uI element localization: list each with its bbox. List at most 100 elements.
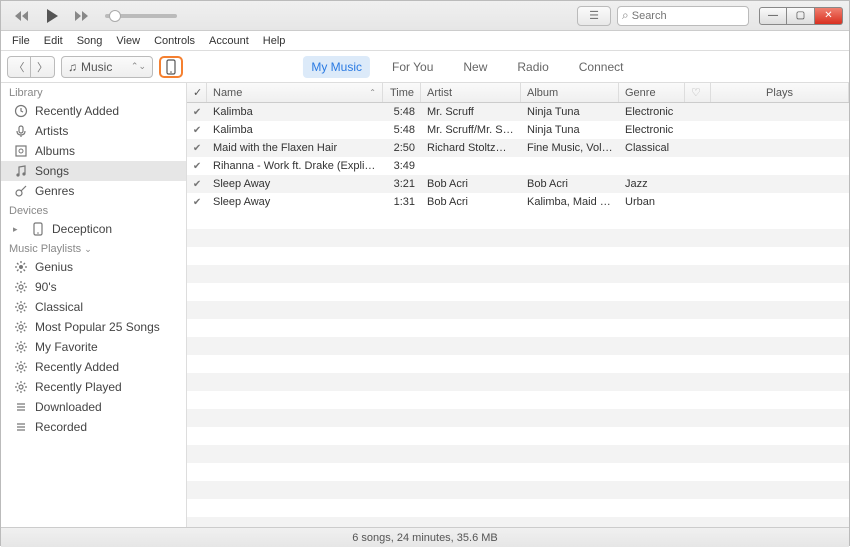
- menubar: File Edit Song View Controls Account Hel…: [1, 31, 849, 51]
- volume-slider[interactable]: [105, 14, 177, 18]
- sidebar-item[interactable]: Classical: [1, 297, 186, 317]
- row-checkbox[interactable]: ✔: [187, 197, 207, 208]
- tab-connect[interactable]: Connect: [571, 56, 632, 78]
- row-checkbox[interactable]: ✔: [187, 143, 207, 154]
- cell-genre: Urban: [619, 196, 685, 208]
- minimize-button[interactable]: —: [759, 7, 787, 25]
- heart-icon: ♡: [691, 86, 701, 99]
- cell-artist: Bob Acri: [421, 178, 521, 190]
- search-icon: ⌕: [622, 8, 629, 23]
- cell-time: 5:48: [383, 124, 421, 136]
- chevron-updown-icon: ⌃⌄: [131, 61, 146, 72]
- col-love[interactable]: ♡: [685, 83, 711, 102]
- sidebar: LibraryRecently AddedArtistsAlbumsSongsG…: [1, 83, 187, 527]
- song-table: ✓ Name⌃ Time Artist Album Genre ♡ Plays …: [187, 83, 849, 527]
- menu-song[interactable]: Song: [70, 33, 110, 49]
- list-view-button[interactable]: ☰: [577, 6, 611, 26]
- sidebar-section-header: Music Playlists ⌄: [1, 239, 186, 257]
- col-artist[interactable]: Artist: [421, 83, 521, 102]
- row-checkbox[interactable]: ✔: [187, 107, 207, 118]
- menu-view[interactable]: View: [109, 33, 147, 49]
- sidebar-item[interactable]: Artists: [1, 121, 186, 141]
- col-genre[interactable]: Genre: [619, 83, 685, 102]
- gear-icon: [13, 280, 28, 294]
- table-row[interactable]: ✔Rihanna - Work ft. Drake (Explicit)3:49: [187, 157, 849, 175]
- search-input[interactable]: [632, 10, 744, 22]
- gear-icon: [13, 300, 28, 314]
- nav-back-button[interactable]: 〈: [7, 56, 31, 78]
- sidebar-item[interactable]: Recently Added: [1, 357, 186, 377]
- table-row[interactable]: ✔Maid with the Flaxen Hair2:50Richard St…: [187, 139, 849, 157]
- menu-help[interactable]: Help: [256, 33, 293, 49]
- table-row[interactable]: ✔Kalimba5:48Mr. ScruffNinja TunaElectron…: [187, 103, 849, 121]
- sidebar-item[interactable]: Downloaded: [1, 397, 186, 417]
- list-icon: [13, 400, 28, 414]
- menu-edit[interactable]: Edit: [37, 33, 70, 49]
- sidebar-item[interactable]: Most Popular 25 Songs: [1, 317, 186, 337]
- col-name[interactable]: Name⌃: [207, 83, 383, 102]
- cell-artist: Bob Acri: [421, 196, 521, 208]
- sidebar-item[interactable]: 90's: [1, 277, 186, 297]
- close-button[interactable]: ✕: [815, 7, 843, 25]
- playback-controls: [9, 5, 177, 27]
- menu-file[interactable]: File: [5, 33, 37, 49]
- sidebar-item-label: Genius: [35, 260, 73, 274]
- col-plays[interactable]: Plays: [711, 83, 849, 102]
- tab-new[interactable]: New: [455, 56, 495, 78]
- table-row[interactable]: ✔Kalimba5:48Mr. Scruff/Mr. ScruffNinja T…: [187, 121, 849, 139]
- list-icon: [13, 420, 28, 434]
- disclosure-triangle-icon: ▸: [13, 224, 21, 235]
- device-icon: [30, 222, 45, 236]
- sidebar-item[interactable]: Recently Played: [1, 377, 186, 397]
- row-checkbox[interactable]: ✔: [187, 125, 207, 136]
- gear-icon: [13, 380, 28, 394]
- secondary-toolbar: 〈 〉 ♫Music ⌃⌄ My Music For You New Radio…: [1, 51, 849, 83]
- sidebar-item-label: Recorded: [35, 420, 87, 434]
- note-icon: [13, 164, 28, 178]
- menu-account[interactable]: Account: [202, 33, 256, 49]
- table-row[interactable]: ✔Sleep Away1:31Bob AcriKalimba, Maid wit…: [187, 193, 849, 211]
- table-row[interactable]: ✔Sleep Away3:21Bob AcriBob AcriJazz: [187, 175, 849, 193]
- cell-time: 2:50: [383, 142, 421, 154]
- phone-icon: [166, 59, 176, 75]
- sidebar-item[interactable]: Genius: [1, 257, 186, 277]
- row-checkbox[interactable]: ✔: [187, 179, 207, 190]
- cell-name: Maid with the Flaxen Hair: [207, 142, 383, 154]
- cell-name: Sleep Away: [207, 196, 383, 208]
- sidebar-item[interactable]: My Favorite: [1, 337, 186, 357]
- col-check[interactable]: ✓: [187, 83, 207, 102]
- tab-radio[interactable]: Radio: [509, 56, 556, 78]
- volume-knob[interactable]: [109, 10, 121, 22]
- sidebar-item-label: Recently Added: [35, 104, 119, 118]
- sidebar-item[interactable]: Songs: [1, 161, 186, 181]
- tab-for-you[interactable]: For You: [384, 56, 441, 78]
- col-time[interactable]: Time: [383, 83, 421, 102]
- device-button[interactable]: [159, 56, 183, 78]
- guitar-icon: [13, 184, 28, 198]
- content-tabs: My Music For You New Radio Connect: [303, 56, 631, 78]
- cell-album: Ninja Tuna: [521, 106, 619, 118]
- sort-asc-icon: ⌃: [369, 88, 376, 97]
- play-button[interactable]: [39, 5, 65, 27]
- sidebar-item-label: Recently Added: [35, 360, 119, 374]
- next-button[interactable]: [69, 5, 95, 27]
- previous-button[interactable]: [9, 5, 35, 27]
- col-album[interactable]: Album: [521, 83, 619, 102]
- sidebar-item-label: Downloaded: [35, 400, 102, 414]
- sidebar-item[interactable]: Recently Added: [1, 101, 186, 121]
- sidebar-item[interactable]: ▸Decepticon: [1, 219, 186, 239]
- nav-forward-button[interactable]: 〉: [31, 56, 55, 78]
- sidebar-item[interactable]: Recorded: [1, 417, 186, 437]
- library-selector[interactable]: ♫Music ⌃⌄: [61, 56, 153, 78]
- maximize-button[interactable]: ▢: [787, 7, 815, 25]
- window-titlebar: ☰ ⌕ — ▢ ✕: [1, 1, 849, 31]
- sidebar-item[interactable]: Albums: [1, 141, 186, 161]
- menu-controls[interactable]: Controls: [147, 33, 202, 49]
- sidebar-item[interactable]: Genres: [1, 181, 186, 201]
- sidebar-item-label: Recently Played: [35, 380, 122, 394]
- row-checkbox[interactable]: ✔: [187, 161, 207, 172]
- search-box[interactable]: ⌕: [617, 6, 749, 26]
- cell-name: Rihanna - Work ft. Drake (Explicit): [207, 160, 383, 172]
- sidebar-item-label: My Favorite: [35, 340, 98, 354]
- tab-my-music[interactable]: My Music: [303, 56, 370, 78]
